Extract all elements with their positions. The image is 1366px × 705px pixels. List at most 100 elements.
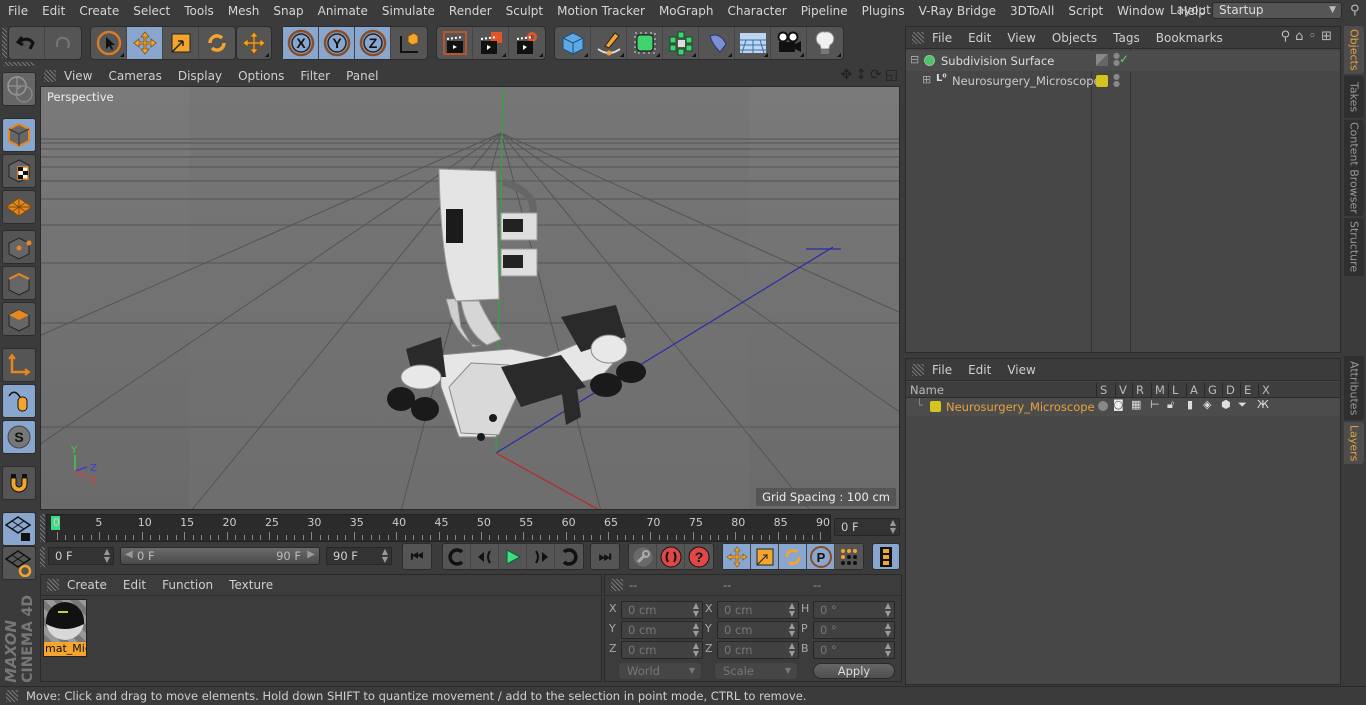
object-row-microscope[interactable]: ⊞ L⁰ Neurosurgery_Microscope ● ● [906, 71, 1340, 91]
play-button[interactable] [499, 544, 527, 569]
live-selection-button[interactable] [91, 27, 127, 59]
edges-mode-button[interactable] [2, 266, 36, 300]
material-item[interactable]: mat_Mic [43, 599, 87, 657]
search-icon[interactable]: ⚲ [1281, 29, 1291, 44]
tab-objects[interactable]: Objects [1344, 26, 1364, 74]
spinner-icon[interactable]: ▲ ▼ [885, 602, 891, 618]
enabled-check-icon[interactable]: ✓ [1119, 52, 1129, 66]
layer-menu-view[interactable]: View [999, 363, 1043, 377]
layer-column-name[interactable]: Name [910, 383, 944, 397]
coord-type-select[interactable]: Scale ▼ [715, 663, 797, 679]
tab-takes[interactable]: Takes [1344, 76, 1364, 118]
polygons-mode-button[interactable] [2, 302, 36, 336]
motion-path-button[interactable] [629, 544, 657, 569]
expression-toggle-icon[interactable]: ⏷ [1238, 398, 1247, 412]
menu-file[interactable]: File [0, 4, 34, 18]
spinner-icon[interactable]: ▲ ▼ [885, 622, 891, 638]
viewport-menu-view[interactable]: View [56, 69, 100, 83]
axis-mode-button[interactable] [2, 348, 36, 382]
menu-create[interactable]: Create [71, 4, 125, 18]
xref-toggle-icon[interactable]: Ж [1257, 398, 1269, 411]
layer-column-s[interactable]: S [1096, 383, 1107, 397]
coord-field[interactable]: 0 cm ▲ ▼ [621, 641, 703, 659]
record-button[interactable] [657, 544, 685, 569]
layer-column-v[interactable]: V [1115, 383, 1127, 397]
lock-toggle-icon[interactable]: 🔓︎ [1167, 398, 1174, 412]
menu-simulate[interactable]: Simulate [374, 4, 441, 18]
layer-menu-file[interactable]: File [924, 363, 960, 377]
coord-grip[interactable] [611, 579, 623, 591]
floor-button[interactable] [735, 27, 771, 59]
snap-button[interactable] [2, 466, 36, 500]
expand-icon[interactable]: ⊞ [922, 73, 931, 86]
key-scale-button[interactable] [751, 544, 779, 569]
layer-menu-edit[interactable]: Edit [960, 363, 999, 377]
tweak-mode-button[interactable] [2, 384, 36, 418]
menu-3dtoall[interactable]: 3DToAll [1002, 4, 1060, 18]
menu-select[interactable]: Select [125, 4, 176, 18]
workplane-mode-button[interactable] [2, 190, 36, 224]
object-menu-file[interactable]: File [924, 31, 960, 45]
home-icon[interactable]: ⌂ [1295, 29, 1303, 44]
layer-grip[interactable] [912, 363, 924, 376]
next-keyframe-button[interactable] [555, 544, 583, 569]
coord-field[interactable]: 0 cm ▲ ▼ [621, 621, 703, 639]
render-settings-button[interactable] [509, 27, 545, 59]
rotate-button[interactable] [199, 27, 235, 59]
layer-column-m[interactable]: M [1151, 383, 1165, 397]
pen-button[interactable] [591, 27, 627, 59]
coord-field[interactable]: 0 ° ▲ ▼ [813, 621, 895, 639]
object-grip[interactable] [912, 31, 924, 44]
tab-structure[interactable]: Structure [1344, 218, 1364, 276]
key-rotation-button[interactable] [779, 544, 807, 569]
scale-button[interactable] [163, 27, 199, 59]
menu-mograph[interactable]: MoGraph [651, 4, 720, 18]
menu-motion-tracker[interactable]: Motion Tracker [549, 4, 651, 18]
prev-frame-button[interactable] [471, 544, 499, 569]
collapse-icon[interactable]: ⊟ [910, 53, 919, 66]
cube-button[interactable] [555, 27, 591, 59]
move-button[interactable] [127, 27, 163, 59]
coord-field[interactable]: 0 cm ▲ ▼ [717, 641, 799, 659]
eye-icon[interactable]: ◦ [1308, 29, 1316, 44]
lock-workplane-button[interactable] [2, 512, 36, 546]
layer-name[interactable]: Neurosurgery_Microscope [946, 400, 1095, 414]
menu-animate[interactable]: Animate [310, 4, 374, 18]
layer-column-r[interactable]: R [1132, 383, 1144, 397]
orbit-icon[interactable]: ⟳ [870, 67, 882, 83]
solo-button[interactable]: S [2, 420, 36, 454]
layer-column-a[interactable]: A [1186, 383, 1198, 397]
menu-window[interactable]: Window [1109, 4, 1170, 18]
toolbar-grip[interactable] [2, 28, 7, 58]
layer-column-l[interactable]: L [1168, 383, 1178, 397]
spinner-icon[interactable]: ▲ ▼ [789, 602, 795, 618]
layer-column-d[interactable]: D [1222, 383, 1235, 397]
view-toggle-icon[interactable]: ◙ [1113, 398, 1124, 411]
make-editable-button[interactable] [2, 72, 36, 106]
left-toolbar-grip[interactable] [4, 62, 34, 66]
viewport-menu-display[interactable]: Display [170, 69, 230, 83]
menu-script[interactable]: Script [1060, 4, 1109, 18]
model-mode-button[interactable] [2, 118, 36, 152]
spinner-icon[interactable]: ▲ ▼ [885, 642, 891, 658]
menu-plugins[interactable]: Plugins [854, 4, 911, 18]
animation-toggle-icon[interactable]: ▮ [1187, 398, 1193, 411]
object-menu-edit[interactable]: Edit [960, 31, 999, 45]
cloner-button[interactable] [663, 27, 699, 59]
coord-field[interactable]: 0 cm ▲ ▼ [621, 601, 703, 619]
maximize-icon[interactable]: ◱ [885, 67, 898, 83]
material-menu-create[interactable]: Create [59, 578, 115, 592]
menu-character[interactable]: Character [719, 4, 792, 18]
search-icon[interactable]: ⚲ [1350, 3, 1360, 18]
next-frame-button[interactable] [527, 544, 555, 569]
spinner-icon[interactable]: ▲ ▼ [693, 622, 699, 638]
viewport-menu-panel[interactable]: Panel [338, 69, 386, 83]
redo-button[interactable] [45, 27, 81, 59]
menu-render[interactable]: Render [441, 4, 498, 18]
key-param-button[interactable]: P [807, 544, 835, 569]
menu-edit[interactable]: Edit [34, 4, 71, 18]
camera-button[interactable] [771, 27, 807, 59]
menu-sculpt[interactable]: Sculpt [498, 4, 549, 18]
deformer-button[interactable] [699, 27, 735, 59]
render-toggle-icon[interactable]: ▦ [1131, 398, 1141, 411]
